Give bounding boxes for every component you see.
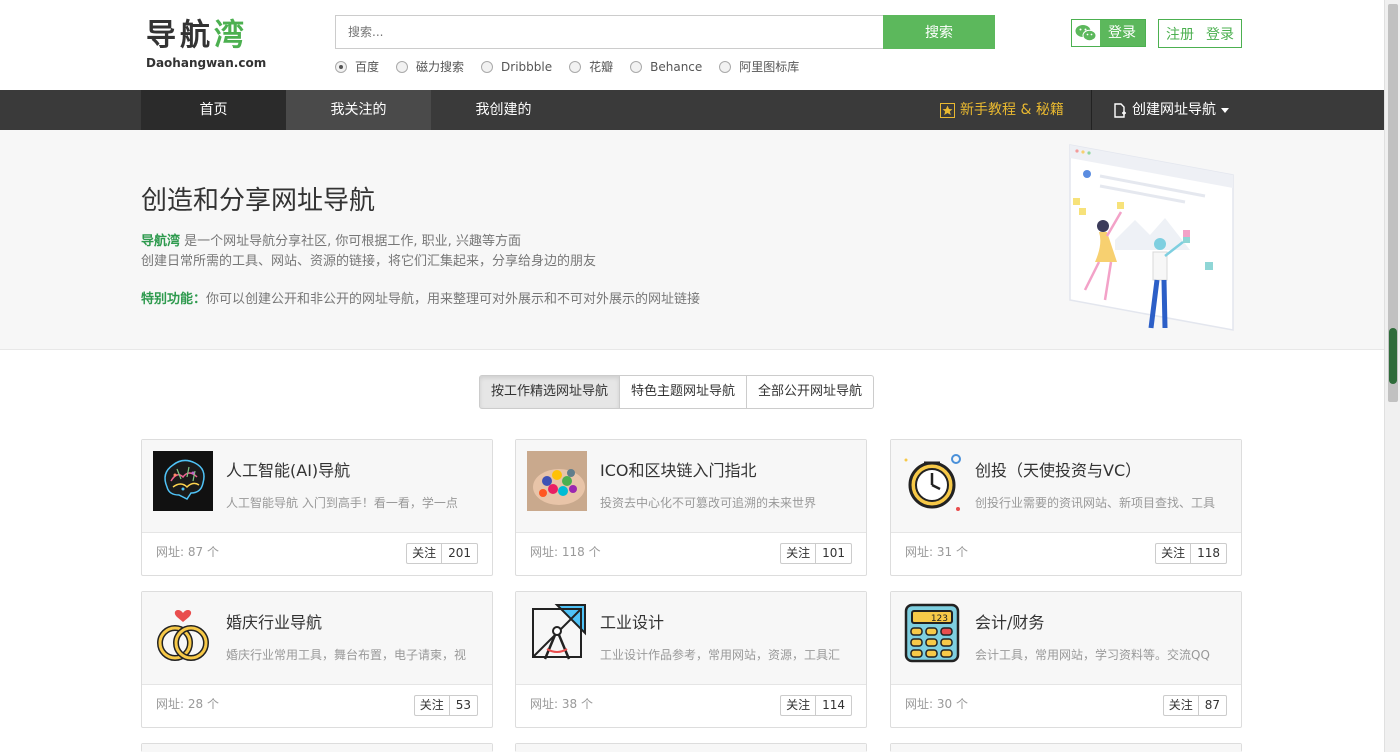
radio-icon[interactable] <box>569 60 582 73</box>
register-login-links: 注册 登录 <box>1158 19 1242 48</box>
card-url-count: 网址: 31 个 <box>905 545 968 559</box>
tab-by-work[interactable]: 按工作精选网址导航 <box>479 375 621 409</box>
nav-card[interactable]: 工业设计 工业设计作品参考，常用网站，资源，工具汇 网址: 38 个 关注 114 <box>515 591 867 728</box>
card-title[interactable]: 会计/财务 <box>975 609 1044 633</box>
follow-button[interactable]: 关注 87 <box>1162 695 1227 716</box>
coins-icon <box>527 451 587 511</box>
wechat-icon <box>1072 20 1100 46</box>
hero-section: 创造和分享网址导航 导航湾 是一个网址导航分享社区, 你可根据工作, 职业, 兴… <box>0 130 1384 350</box>
caret-down-icon <box>1221 107 1229 113</box>
card-title[interactable]: 婚庆行业导航 <box>226 609 322 633</box>
site-logo[interactable]: 导航湾 Daohangwan.com <box>146 18 266 70</box>
engine-option-behance[interactable]: Behance <box>630 58 702 75</box>
radio-icon[interactable] <box>396 60 409 73</box>
card-title[interactable]: 人工智能(AI)导航 <box>226 457 350 481</box>
hero-intro: 导航湾 是一个网址导航分享社区, 你可根据工作, 职业, 兴趣等方面 <box>141 234 521 249</box>
nav-card-partial[interactable] <box>890 743 1242 752</box>
follow-button[interactable]: 关注 118 <box>1155 543 1227 564</box>
nav-tutorial[interactable]: 新手教程 & 秘籍 <box>940 90 1064 130</box>
header: 导航湾 Daohangwan.com 搜索 百度 磁力搜索 Dribbble 花… <box>0 0 1384 90</box>
rings-icon <box>157 610 209 661</box>
engine-option-dribbble[interactable]: Dribbble <box>481 58 552 75</box>
card-url-count: 网址: 30 个 <box>905 697 968 711</box>
calculator-icon: 123 <box>904 603 960 663</box>
search-input[interactable] <box>335 15 883 49</box>
card-desc: 工业设计作品参考，常用网站，资源，工具汇 <box>600 648 841 662</box>
svg-text:123: 123 <box>931 614 948 624</box>
nav-create-dropdown[interactable]: 创建网址导航 <box>1113 90 1229 130</box>
engine-option-baidu[interactable]: 百度 <box>335 58 379 75</box>
nav-home[interactable]: 首页 <box>141 90 286 130</box>
card-url-count: 网址: 87 个 <box>156 545 219 559</box>
follower-count: 53 <box>455 698 471 712</box>
tab-all-public[interactable]: 全部公开网址导航 <box>746 375 875 409</box>
card-url-count: 网址: 118 个 <box>530 545 601 559</box>
hero-intro-2: 创建日常所需的工具、网站、资源的链接，将它们汇集起来，分享给身边的朋友 <box>141 254 597 269</box>
nav-card[interactable]: ICO和区块链入门指北 投资去中心化不可篡改可追溯的未来世界 网址: 118 个… <box>515 439 867 576</box>
nav-divider <box>1091 90 1092 130</box>
nav-created[interactable]: 我创建的 <box>431 90 576 130</box>
nav-card-partial[interactable] <box>515 743 867 752</box>
nav-card[interactable]: 123 会计/财务 会计工具，常用网站，学习资料等。交流QQ 网址: 30 个 … <box>890 591 1242 728</box>
engine-option-iconfont[interactable]: 阿里图标库 <box>719 58 799 75</box>
follower-count: 87 <box>1204 698 1220 712</box>
tab-themes[interactable]: 特色主题网址导航 <box>619 375 748 409</box>
nav-card[interactable]: 创投（天使投资与VC） 创投行业需要的资讯网站、新项目查找、工具 网址: 31 … <box>890 439 1242 576</box>
nav-card[interactable]: 人工智能(AI)导航 人工智能导航 入门到高手！看一看，学一点 网址: 87 个… <box>141 439 493 576</box>
clock-icon <box>904 454 961 511</box>
radio-icon[interactable] <box>719 60 732 73</box>
main-nav: 首页 我关注的 我创建的 新手教程 & 秘籍 创建网址导航 <box>0 90 1384 130</box>
radio-icon[interactable] <box>481 60 494 73</box>
card-desc: 人工智能导航 入门到高手！看一看，学一点 <box>226 496 458 510</box>
follower-count: 114 <box>822 698 845 712</box>
compass-icon <box>532 604 586 660</box>
follow-button[interactable]: 关注 201 <box>406 543 478 564</box>
category-tabs: 按工作精选网址导航 特色主题网址导航 全部公开网址导航 <box>479 375 875 409</box>
register-link[interactable]: 注册 <box>1166 24 1194 44</box>
nav-following[interactable]: 我关注的 <box>286 90 431 130</box>
search-engine-options: 百度 磁力搜索 Dribbble 花瓣 Behance 阿里图标库 <box>335 58 816 75</box>
card-title[interactable]: 工业设计 <box>600 609 664 633</box>
engine-option-huaban[interactable]: 花瓣 <box>569 58 613 75</box>
hero-title: 创造和分享网址导航 <box>141 186 376 216</box>
nav-card-partial[interactable] <box>141 743 493 752</box>
card-title[interactable]: 创投（天使投资与VC） <box>975 457 1141 481</box>
scroll-indicator <box>1389 328 1397 384</box>
search-button[interactable]: 搜索 <box>883 15 995 49</box>
engine-option-magnet[interactable]: 磁力搜索 <box>396 58 464 75</box>
card-desc: 会计工具，常用网站，学习资料等。交流QQ <box>975 648 1210 662</box>
follow-button[interactable]: 关注 101 <box>780 543 852 564</box>
nav-card[interactable]: 婚庆行业导航 婚庆行业常用工具，舞台布置，电子请柬，视 网址: 28 个 关注 5… <box>141 591 493 728</box>
follow-button[interactable]: 关注 114 <box>780 695 852 716</box>
card-desc: 婚庆行业常用工具，舞台布置，电子请柬，视 <box>226 648 467 662</box>
card-url-count: 网址: 28 个 <box>156 697 219 711</box>
card-desc: 创投行业需要的资讯网站、新项目查找、工具 <box>975 496 1216 510</box>
hero-feature: 特别功能：你可以创建公开和非公开的网址导航，用来整理可对外展示和不可对外展示的网… <box>141 292 701 307</box>
page-scrollbar[interactable] <box>1384 0 1400 752</box>
star-icon <box>940 102 955 118</box>
follower-count: 118 <box>1197 546 1220 560</box>
wechat-login-button[interactable]: 登录 <box>1071 19 1146 47</box>
follower-count: 201 <box>448 546 471 560</box>
brain-icon <box>153 451 213 511</box>
radio-checked-icon[interactable] <box>335 60 347 73</box>
login-link[interactable]: 登录 <box>1206 24 1234 44</box>
card-title[interactable]: ICO和区块链入门指北 <box>600 457 757 481</box>
hero-illustration-icon <box>1069 144 1234 331</box>
follower-count: 101 <box>822 546 845 560</box>
card-url-count: 网址: 38 个 <box>530 697 593 711</box>
card-desc: 投资去中心化不可篡改可追溯的未来世界 <box>600 496 817 510</box>
file-add-icon <box>1114 102 1126 118</box>
logo-domain: Daohangwan.com <box>146 56 267 70</box>
follow-button[interactable]: 关注 53 <box>413 695 478 716</box>
radio-icon[interactable] <box>630 60 643 73</box>
